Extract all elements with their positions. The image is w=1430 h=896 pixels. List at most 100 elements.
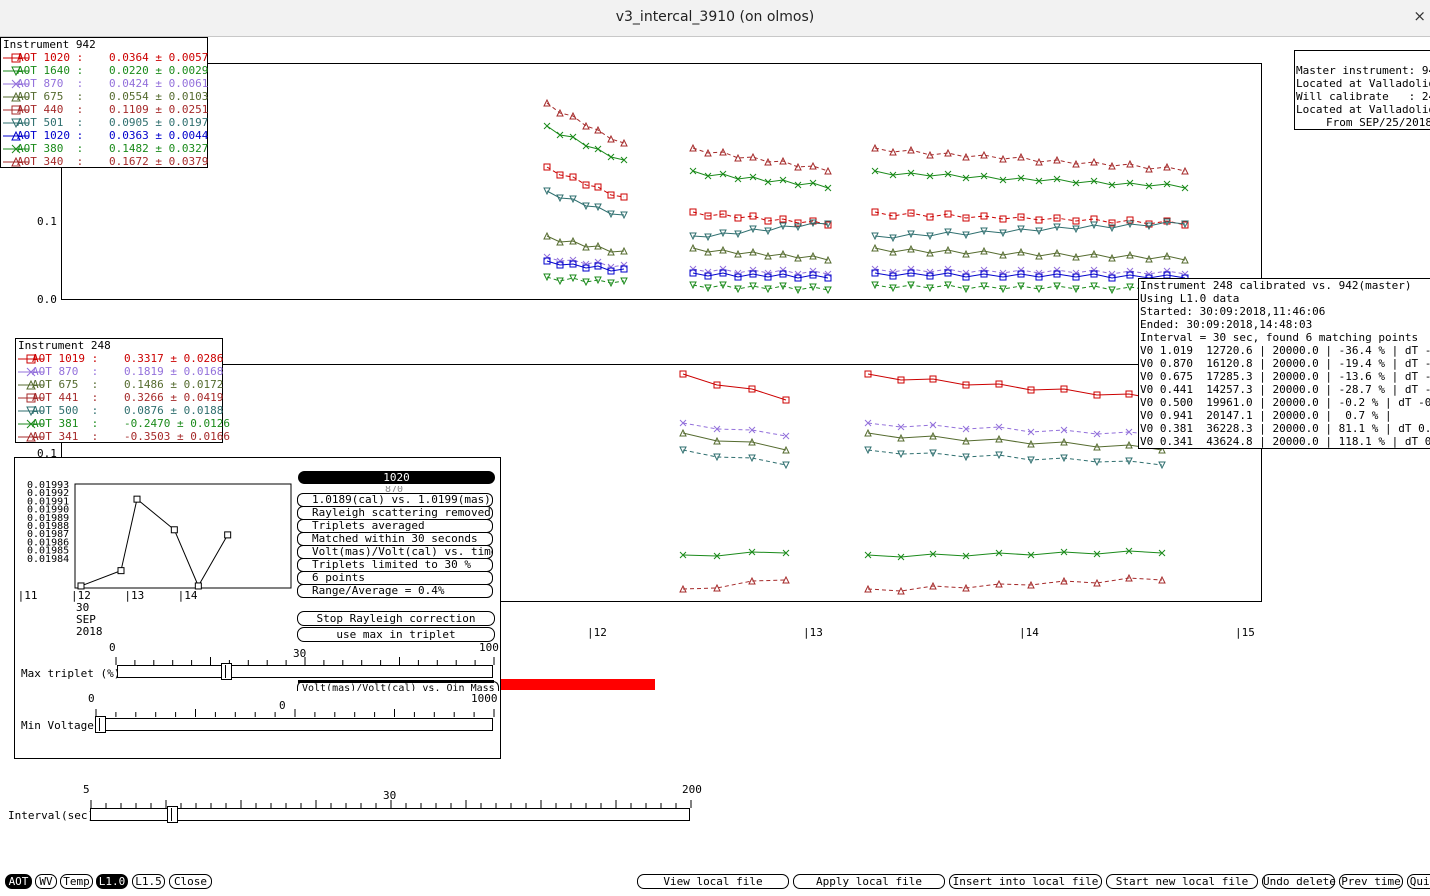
max-triplet-slider[interactable] [117, 663, 493, 680]
temp-button[interactable]: Temp [60, 874, 93, 889]
bottom-legend-value: -0.2470 ± 0.0126 [124, 417, 230, 430]
top-legend-item: AOT 870 : 0.0424 ± 0.0061 [1, 77, 208, 90]
wavelength-selector-870[interactable]: 870 [385, 486, 403, 493]
bottom-legend-title: Instrument 248 [18, 339, 111, 352]
plot-series [543, 231, 628, 256]
top-legend-item: AOT 1020 : 0.0364 ± 0.0057 [1, 51, 209, 64]
top-legend-item: AOT 1640 : 0.0220 ± 0.0029 [1, 64, 208, 77]
option-item[interactable]: Volt(mas)/Volt(cal) vs. time [297, 545, 493, 559]
close-button[interactable]: Close [169, 874, 212, 889]
bottom-legend-item: AOT 1019 : 0.3317 ± 0.0286 [16, 352, 223, 365]
start-new-local-file-button[interactable]: Start new local file [1106, 874, 1258, 889]
bottom-plot-xtick-12: |12 [587, 626, 607, 639]
mini-plot-xtick: |11 [18, 589, 38, 602]
quit-button[interactable]: Quit [1407, 874, 1430, 889]
calibration-info-line: Ended: 30:09:2018,14:48:03 [1140, 318, 1313, 331]
top-legend-value: 0.1672 ± 0.0379 [109, 155, 209, 168]
option-item[interactable]: Triplets limited to 30 % [297, 558, 493, 572]
interval-ticks [90, 800, 692, 808]
option-item[interactable]: 6 points [297, 571, 493, 585]
apply-local-file-button[interactable]: Apply local file [793, 874, 945, 889]
bottom-legend-item: AOT 675 : 0.1486 ± 0.0172 [16, 378, 223, 391]
top-legend-value: 0.0905 ± 0.0197 [109, 116, 209, 129]
bottom-legend-item: AOT 381 : -0.2470 ± 0.0126 [16, 417, 230, 430]
option-item[interactable]: Rayleigh scattering removed [297, 506, 493, 520]
l1-0-button[interactable]: L1.0 [96, 874, 128, 889]
max-triplet-max-label: 100 [479, 641, 499, 654]
master-info-box: Master instrument: 942 Located at Vallado… [1294, 50, 1430, 130]
option-item[interactable]: Matched within 30 seconds [297, 532, 493, 546]
mini-plot-line [80, 498, 229, 588]
top-legend-item: AOT 1020 : 0.0363 ± 0.0044 [1, 129, 208, 142]
top-legend-label: AOT 675 : [17, 90, 84, 103]
max-triplet-label: Max triplet (%) [21, 667, 121, 680]
bottom-legend-item: AOT 341 : -0.3503 ± 0.0166 [16, 430, 230, 443]
calibration-info-line: V0 0.870 16120.8 | 20000.0 | -19.4 % | d… [1140, 357, 1430, 370]
plot-series [543, 273, 628, 288]
aot-button[interactable]: AOT [5, 874, 32, 889]
top-legend-item: AOT 340 : 0.1672 ± 0.0379 [1, 155, 209, 168]
bottom-legend-label: AOT 1019 : [32, 352, 99, 365]
bottom-legend-value: -0.3503 ± 0.0166 [124, 430, 230, 443]
top-legend-label: AOT 870 : [17, 77, 84, 90]
calibration-info-line: V0 1.019 12720.6 | 20000.0 | -36.4 % | d… [1140, 344, 1430, 357]
master-info-line: To OCT/01/2018 [1296, 129, 1430, 130]
interval-min-label: 5 [83, 783, 90, 796]
plot-series [543, 98, 628, 147]
top-legend-item: AOT 501 : 0.0905 ± 0.0197 [1, 116, 209, 129]
top-legend-value: 0.1109 ± 0.0251 [109, 103, 209, 116]
plot-series [689, 243, 832, 264]
calibration-panel: 0.01993 0.01992 0.01991 0.01990 0.01989 0.019… [14, 457, 501, 759]
option-item[interactable]: Range/Average = 0.4% [297, 584, 493, 598]
top-legend-value: 0.0554 ± 0.0103 [109, 90, 209, 103]
top-legend-label: AOT 340 : [17, 155, 84, 168]
insert-local-file-button[interactable]: Insert into local file [949, 874, 1102, 889]
wavelength-selector-1020[interactable]: 1020 [298, 471, 495, 484]
interval-slider[interactable] [90, 806, 690, 823]
wv-button[interactable]: WV [35, 874, 57, 889]
mini-plot-frame [74, 483, 292, 589]
plot-series [689, 208, 832, 229]
mini-plot-date-year: 2018 [76, 625, 103, 638]
mini-plot-point [194, 582, 202, 590]
top-legend-value: 0.0364 ± 0.0057 [109, 51, 209, 64]
plot-series [871, 143, 1189, 175]
max-triplet-slider-thumb[interactable] [221, 663, 232, 680]
view-local-file-button[interactable]: View local file [637, 874, 789, 889]
calibration-info-box: Instrument 248 calibrated vs. 942(master… [1138, 278, 1430, 449]
min-voltage-slider-thumb[interactable] [95, 716, 106, 733]
calibration-info-line: Using L1.0 data [1140, 292, 1240, 305]
top-legend-label: AOT 1020 : [17, 51, 84, 64]
mini-plot-point [133, 495, 141, 503]
prev-time-button[interactable]: Prev time [1339, 874, 1403, 889]
use-max-triplet-button[interactable]: use max in triplet [297, 627, 495, 642]
option-item[interactable]: 1.0189(cal) vs. 1.0199(mas) [297, 493, 493, 507]
mini-plot-point [170, 526, 178, 534]
l1-5-button[interactable]: L1.5 [132, 874, 165, 889]
plot-series [689, 281, 832, 295]
bottom-legend: Instrument 248 AOT 1019 : 0.3317 ± 0.0286… [15, 338, 230, 443]
plot-series [871, 167, 1189, 192]
plot-series [543, 187, 628, 220]
stop-rayleigh-button[interactable]: Stop Rayleigh correction [297, 611, 495, 626]
top-legend-label: AOT 380 : [17, 142, 84, 155]
top-legend-item: AOT 675 : 0.0554 ± 0.0103 [1, 90, 209, 103]
interval-slider-thumb[interactable] [167, 806, 178, 823]
master-info-line: Master instrument: 942 [1296, 64, 1430, 77]
top-legend-label: AOT 501 : [17, 116, 84, 129]
top-legend-value: 0.1482 ± 0.0327 [109, 142, 209, 155]
plot-series [689, 269, 832, 282]
red-progress-bar [500, 679, 655, 690]
mini-plot-xtick: |13 [124, 589, 144, 602]
bottom-plot-xtick-14: |14 [1019, 626, 1039, 639]
undo-delete-button[interactable]: Undo delete [1262, 874, 1336, 889]
bottom-legend-label: AOT 381 : [32, 417, 99, 430]
bottom-legend-value: 0.3266 ± 0.0419 [124, 391, 224, 404]
min-voltage-slider[interactable] [95, 716, 493, 733]
min-voltage-ticks [95, 709, 495, 717]
bottom-plot-xtick-13: |13 [803, 626, 823, 639]
interval-max-label: 200 [682, 783, 702, 796]
mini-plot-point [224, 531, 232, 539]
clipped-plot-bar [298, 680, 494, 683]
option-item[interactable]: Triplets averaged [297, 519, 493, 533]
